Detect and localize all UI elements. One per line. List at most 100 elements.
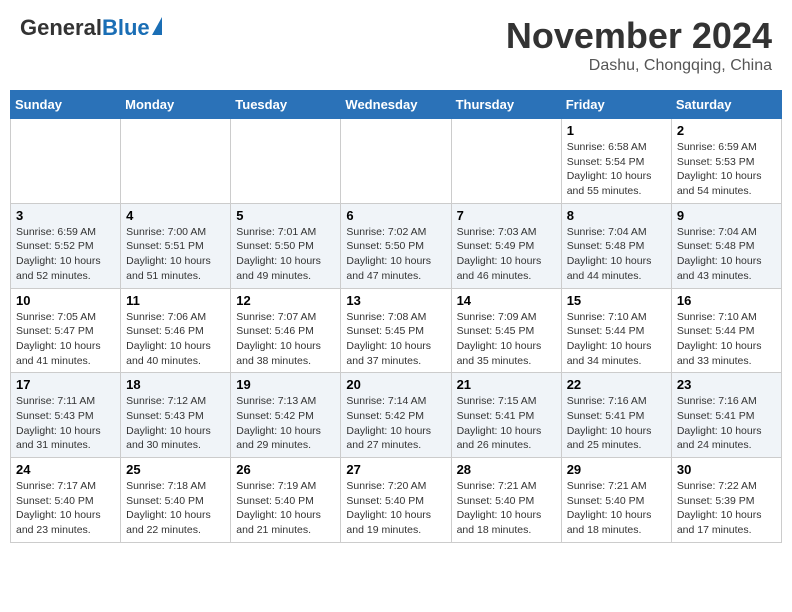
day-info: Sunrise: 7:03 AM Sunset: 5:49 PM Dayligh…: [457, 225, 556, 284]
day-number: 17: [16, 377, 115, 392]
calendar-cell: 28 Sunrise: 7:21 AM Sunset: 5:40 PM Dayli…: [451, 458, 561, 543]
location: Dashu, Chongqing, China: [506, 57, 772, 75]
day-info: Sunrise: 7:15 AM Sunset: 5:41 PM Dayligh…: [457, 394, 556, 453]
calendar-week-row: 3 Sunrise: 6:59 AM Sunset: 5:52 PM Daylig…: [11, 203, 782, 288]
calendar-cell: 15Sunrise: 7:10 AM Sunset: 5:44 PM Dayli…: [561, 288, 671, 373]
calendar-cell: 24 Sunrise: 7:17 AM Sunset: 5:40 PM Dayli…: [11, 458, 121, 543]
day-info: Sunrise: 7:13 AM Sunset: 5:42 PM Dayligh…: [236, 394, 335, 453]
calendar-cell: 1 Sunrise: 6:58 AM Sunset: 5:54 PM Daylig…: [561, 119, 671, 204]
logo-icon: [152, 17, 162, 35]
calendar-cell: 26Sunrise: 7:19 AM Sunset: 5:40 PM Dayli…: [231, 458, 341, 543]
day-number: 20: [346, 377, 445, 392]
calendar-cell: 10 Sunrise: 7:05 AM Sunset: 5:47 PM Dayli…: [11, 288, 121, 373]
day-info: Sunrise: 7:05 AM Sunset: 5:47 PM Dayligh…: [16, 310, 115, 369]
calendar-cell: 22 Sunrise: 7:16 AM Sunset: 5:41 PM Dayli…: [561, 373, 671, 458]
month-title: November 2024: [506, 15, 772, 57]
day-number: 10: [16, 293, 115, 308]
day-info: Sunrise: 7:04 AM Sunset: 5:48 PM Dayligh…: [567, 225, 666, 284]
day-number: 29: [567, 462, 666, 477]
day-info: Sunrise: 7:16 AM Sunset: 5:41 PM Dayligh…: [677, 394, 776, 453]
day-info: Sunrise: 6:58 AM Sunset: 5:54 PM Dayligh…: [567, 140, 666, 199]
calendar-cell: 3 Sunrise: 6:59 AM Sunset: 5:52 PM Daylig…: [11, 203, 121, 288]
weekday-header: Sunday: [11, 91, 121, 119]
day-number: 1: [567, 123, 666, 138]
day-info: Sunrise: 7:09 AM Sunset: 5:45 PM Dayligh…: [457, 310, 556, 369]
calendar-cell: 8 Sunrise: 7:04 AM Sunset: 5:48 PM Daylig…: [561, 203, 671, 288]
day-number: 5: [236, 208, 335, 223]
day-number: 8: [567, 208, 666, 223]
day-number: 12: [236, 293, 335, 308]
day-info: Sunrise: 6:59 AM Sunset: 5:52 PM Dayligh…: [16, 225, 115, 284]
calendar-week-row: 1 Sunrise: 6:58 AM Sunset: 5:54 PM Daylig…: [11, 119, 782, 204]
day-info: Sunrise: 7:14 AM Sunset: 5:42 PM Dayligh…: [346, 394, 445, 453]
day-number: 25: [126, 462, 225, 477]
day-info: Sunrise: 7:06 AM Sunset: 5:46 PM Dayligh…: [126, 310, 225, 369]
day-info: Sunrise: 7:19 AM Sunset: 5:40 PM Dayligh…: [236, 479, 335, 538]
logo: General Blue: [20, 15, 162, 41]
calendar-week-row: 10 Sunrise: 7:05 AM Sunset: 5:47 PM Dayli…: [11, 288, 782, 373]
calendar-cell: 5 Sunrise: 7:01 AM Sunset: 5:50 PM Daylig…: [231, 203, 341, 288]
calendar-cell: [341, 119, 451, 204]
weekday-header: Thursday: [451, 91, 561, 119]
calendar-cell: [121, 119, 231, 204]
day-info: Sunrise: 7:21 AM Sunset: 5:40 PM Dayligh…: [567, 479, 666, 538]
day-info: Sunrise: 7:12 AM Sunset: 5:43 PM Dayligh…: [126, 394, 225, 453]
calendar-cell: [451, 119, 561, 204]
calendar-cell: 29 Sunrise: 7:21 AM Sunset: 5:40 PM Dayli…: [561, 458, 671, 543]
calendar-cell: 13Sunrise: 7:08 AM Sunset: 5:45 PM Dayli…: [341, 288, 451, 373]
day-info: Sunrise: 6:59 AM Sunset: 5:53 PM Dayligh…: [677, 140, 776, 199]
day-number: 4: [126, 208, 225, 223]
day-number: 18: [126, 377, 225, 392]
day-info: Sunrise: 7:10 AM Sunset: 5:44 PM Dayligh…: [567, 310, 666, 369]
day-info: Sunrise: 7:04 AM Sunset: 5:48 PM Dayligh…: [677, 225, 776, 284]
calendar-cell: 7 Sunrise: 7:03 AM Sunset: 5:49 PM Daylig…: [451, 203, 561, 288]
day-number: 9: [677, 208, 776, 223]
header: General Blue November 2024 Dashu, Chongq…: [10, 10, 782, 80]
day-number: 16: [677, 293, 776, 308]
day-number: 2: [677, 123, 776, 138]
calendar-cell: 16 Sunrise: 7:10 AM Sunset: 5:44 PM Dayli…: [671, 288, 781, 373]
day-number: 27: [346, 462, 445, 477]
calendar-cell: 6Sunrise: 7:02 AM Sunset: 5:50 PM Daylig…: [341, 203, 451, 288]
logo-blue-text: Blue: [102, 15, 150, 41]
calendar-header-row: SundayMondayTuesdayWednesdayThursdayFrid…: [11, 91, 782, 119]
weekday-header: Monday: [121, 91, 231, 119]
day-info: Sunrise: 7:20 AM Sunset: 5:40 PM Dayligh…: [346, 479, 445, 538]
day-info: Sunrise: 7:16 AM Sunset: 5:41 PM Dayligh…: [567, 394, 666, 453]
calendar-cell: 2 Sunrise: 6:59 AM Sunset: 5:53 PM Daylig…: [671, 119, 781, 204]
calendar: SundayMondayTuesdayWednesdayThursdayFrid…: [10, 90, 782, 543]
day-info: Sunrise: 7:17 AM Sunset: 5:40 PM Dayligh…: [16, 479, 115, 538]
calendar-cell: 17 Sunrise: 7:11 AM Sunset: 5:43 PM Dayli…: [11, 373, 121, 458]
day-info: Sunrise: 7:18 AM Sunset: 5:40 PM Dayligh…: [126, 479, 225, 538]
day-number: 3: [16, 208, 115, 223]
calendar-week-row: 24 Sunrise: 7:17 AM Sunset: 5:40 PM Dayli…: [11, 458, 782, 543]
day-info: Sunrise: 7:11 AM Sunset: 5:43 PM Dayligh…: [16, 394, 115, 453]
day-number: 22: [567, 377, 666, 392]
day-number: 19: [236, 377, 335, 392]
calendar-cell: 23 Sunrise: 7:16 AM Sunset: 5:41 PM Dayli…: [671, 373, 781, 458]
weekday-header: Saturday: [671, 91, 781, 119]
day-info: Sunrise: 7:02 AM Sunset: 5:50 PM Dayligh…: [346, 225, 445, 284]
day-info: Sunrise: 7:21 AM Sunset: 5:40 PM Dayligh…: [457, 479, 556, 538]
day-number: 7: [457, 208, 556, 223]
calendar-cell: 25 Sunrise: 7:18 AM Sunset: 5:40 PM Dayli…: [121, 458, 231, 543]
day-number: 28: [457, 462, 556, 477]
day-number: 30: [677, 462, 776, 477]
day-number: 13: [346, 293, 445, 308]
calendar-cell: 11 Sunrise: 7:06 AM Sunset: 5:46 PM Dayli…: [121, 288, 231, 373]
calendar-cell: 21 Sunrise: 7:15 AM Sunset: 5:41 PM Dayli…: [451, 373, 561, 458]
weekday-header: Wednesday: [341, 91, 451, 119]
calendar-cell: 20 Sunrise: 7:14 AM Sunset: 5:42 PM Dayli…: [341, 373, 451, 458]
calendar-cell: 19 Sunrise: 7:13 AM Sunset: 5:42 PM Dayli…: [231, 373, 341, 458]
day-number: 14: [457, 293, 556, 308]
day-number: 21: [457, 377, 556, 392]
day-number: 11: [126, 293, 225, 308]
weekday-header: Friday: [561, 91, 671, 119]
day-number: 24: [16, 462, 115, 477]
calendar-cell: 4Sunrise: 7:00 AM Sunset: 5:51 PM Daylig…: [121, 203, 231, 288]
title-block: November 2024 Dashu, Chongqing, China: [506, 15, 772, 75]
day-info: Sunrise: 7:01 AM Sunset: 5:50 PM Dayligh…: [236, 225, 335, 284]
calendar-cell: 30Sunrise: 7:22 AM Sunset: 5:39 PM Dayli…: [671, 458, 781, 543]
day-info: Sunrise: 7:10 AM Sunset: 5:44 PM Dayligh…: [677, 310, 776, 369]
day-number: 23: [677, 377, 776, 392]
